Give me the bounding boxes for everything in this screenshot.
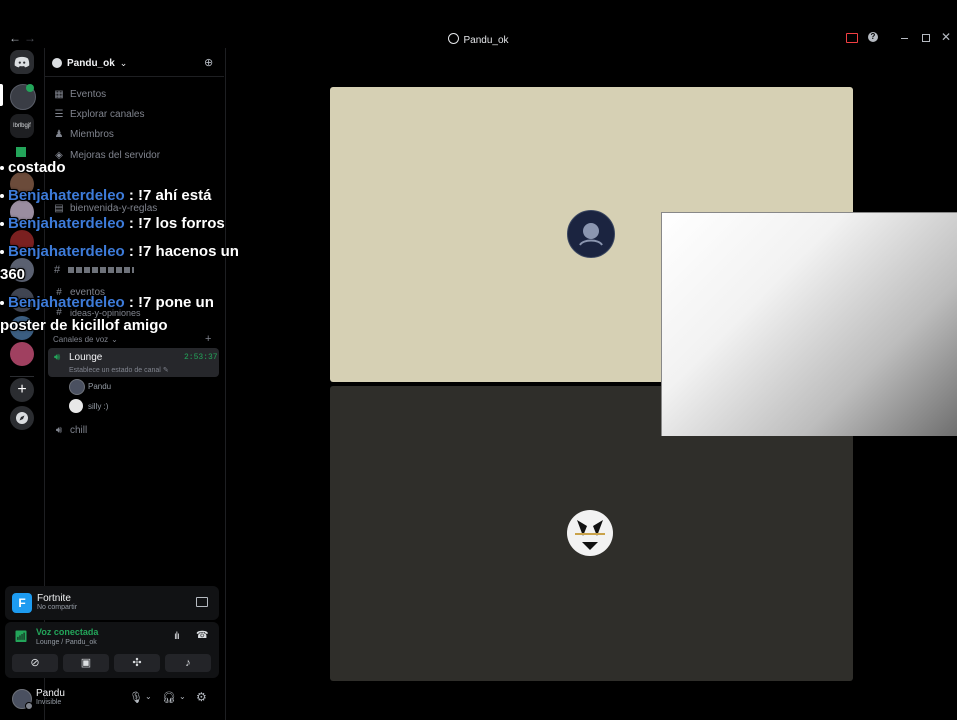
share-screen-button[interactable]: ▣ xyxy=(63,654,109,672)
explore-icon: ☰ xyxy=(54,109,64,120)
voice-server-icon[interactable] xyxy=(16,147,26,157)
channel-label: chill xyxy=(70,425,88,436)
server-icon-7[interactable] xyxy=(10,342,34,366)
window-title-area: Pandu_ok xyxy=(0,33,957,46)
menu-item-miembros[interactable]: ♟ Miembros xyxy=(54,129,114,140)
active-server-pill xyxy=(0,84,3,106)
server-header[interactable]: Pandu_ok ⌄ xyxy=(52,55,217,71)
chevron-down-icon[interactable]: ⌄ xyxy=(145,692,152,701)
fortnite-icon: F xyxy=(12,593,32,613)
microphone-icon[interactable]: 🎙︎ xyxy=(129,691,143,704)
voice-status-detail[interactable]: Lounge / Pandu_ok xyxy=(36,639,97,646)
activity-state: No compartir xyxy=(37,604,78,611)
server-logo-icon xyxy=(52,58,62,68)
inbox-icon[interactable] xyxy=(846,33,858,43)
pencil-icon: ✎ xyxy=(162,367,169,374)
gear-icon[interactable]: ⚙ xyxy=(196,690,207,704)
speaker-icon: 🔊︎ xyxy=(54,352,61,363)
avatar xyxy=(567,210,615,258)
avatar[interactable] xyxy=(69,399,83,413)
chevron-down-icon: ⌄ xyxy=(111,335,118,344)
window-title: Pandu_ok xyxy=(463,35,509,46)
overlay-line: Benjahaterdeleo : !7 hacenos un xyxy=(0,243,239,260)
headphones-icon[interactable]: 🎧︎ xyxy=(162,691,176,704)
members-icon: ♟ xyxy=(54,129,64,140)
voice-channel-chill[interactable]: 🔊︎ chill xyxy=(54,425,87,436)
screen-share-icon[interactable] xyxy=(196,597,208,607)
server-badge xyxy=(26,84,34,92)
rail-divider xyxy=(10,376,34,377)
screen-share-icon: ▣ xyxy=(80,657,92,669)
voice-category[interactable]: Canales de voz ⌄ xyxy=(53,335,118,344)
menu-item-mejoras[interactable]: ◈ Mejoras del servidor xyxy=(54,150,160,161)
channel-bienvenida[interactable]: ▤ bienvenida-y-reglas xyxy=(54,203,157,214)
overlay-line: 360 xyxy=(0,266,26,283)
soundboard-button[interactable]: ♪ xyxy=(165,654,211,672)
activity-game: Fortnite xyxy=(37,593,71,604)
rules-icon: ▤ xyxy=(54,203,64,214)
disconnect-icon[interactable]: ☎ xyxy=(196,630,208,641)
server-name: Pandu_ok xyxy=(67,57,115,69)
status-hint-text: Establece un estado de canal xyxy=(69,367,161,374)
voice-timer: 2:53:37 xyxy=(184,353,218,362)
add-server-icon[interactable]: + xyxy=(10,378,34,402)
chevron-down-icon[interactable]: ⌄ xyxy=(179,692,186,701)
server-icon-lbrlbgjf[interactable]: lbrlbgjf xyxy=(10,114,34,138)
user-status[interactable]: Invisible xyxy=(36,699,61,706)
channel-label: bienvenida-y-reglas xyxy=(70,203,158,214)
voice-status-title[interactable]: Voz conectada xyxy=(36,627,98,637)
server-icon xyxy=(448,33,460,44)
maximize-icon[interactable] xyxy=(922,34,930,42)
username[interactable]: Pandu xyxy=(36,688,65,699)
discover-icon[interactable] xyxy=(10,406,34,430)
discord-home-icon[interactable] xyxy=(10,50,34,74)
menu-item-eventos[interactable]: ▦ Eventos xyxy=(54,89,106,100)
voice-category-label: Canales de voz xyxy=(53,335,109,344)
minimize-icon[interactable] xyxy=(901,38,908,39)
status-indicator xyxy=(25,702,33,710)
add-member-icon[interactable]: ⊕ xyxy=(204,56,213,69)
soundboard-icon: ♪ xyxy=(185,657,191,669)
activities-icon: ✣ xyxy=(132,657,142,669)
activities-button[interactable]: ✣ xyxy=(114,654,160,672)
camera-off-icon: ⊘ xyxy=(30,657,40,669)
noise-suppression-icon[interactable]: ılı xyxy=(174,631,180,642)
menu-label: Eventos xyxy=(70,89,107,100)
avatar xyxy=(567,510,613,556)
participant-name[interactable]: Pandu xyxy=(88,382,111,391)
participant-name[interactable]: silly :) xyxy=(88,402,108,411)
hash-icon: # xyxy=(54,264,61,276)
overlay-line: costado xyxy=(0,159,66,176)
voice-channel-name: Lounge xyxy=(69,352,103,363)
menu-label: Miembros xyxy=(70,129,114,140)
menu-label: Mejoras del servidor xyxy=(70,150,161,161)
chevron-down-icon: ⌄ xyxy=(119,57,128,68)
overlay-line: Benjahaterdeleo : !7 los forros xyxy=(0,215,225,232)
speaker-icon: 🔊︎ xyxy=(55,425,63,436)
overlay-line: Benjahaterdeleo : !7 pone un xyxy=(0,294,214,311)
avatar[interactable] xyxy=(69,379,85,395)
menu-item-explorar[interactable]: ☰ Explorar canales xyxy=(54,109,145,120)
channel-name-emoji-strip[interactable] xyxy=(68,267,134,273)
menu-label: Explorar canales xyxy=(70,109,145,120)
overlay-line: Benjahaterdeleo : !7 ahí está xyxy=(0,187,211,204)
overlay-line: poster de kicillof amigo xyxy=(0,317,168,334)
calendar-icon: ▦ xyxy=(54,89,64,100)
add-channel-icon[interactable]: + xyxy=(205,333,211,345)
camera-off-button[interactable]: ⊘ xyxy=(12,654,58,672)
header-divider xyxy=(44,76,224,77)
webcam-overlay xyxy=(661,212,957,436)
help-icon[interactable]: ? xyxy=(868,32,878,42)
channel-status-hint[interactable]: Establece un estado de canal ✎ xyxy=(69,366,169,374)
signal-icon[interactable]: 📶︎ xyxy=(14,630,28,643)
close-icon[interactable]: ✕ xyxy=(941,30,951,44)
